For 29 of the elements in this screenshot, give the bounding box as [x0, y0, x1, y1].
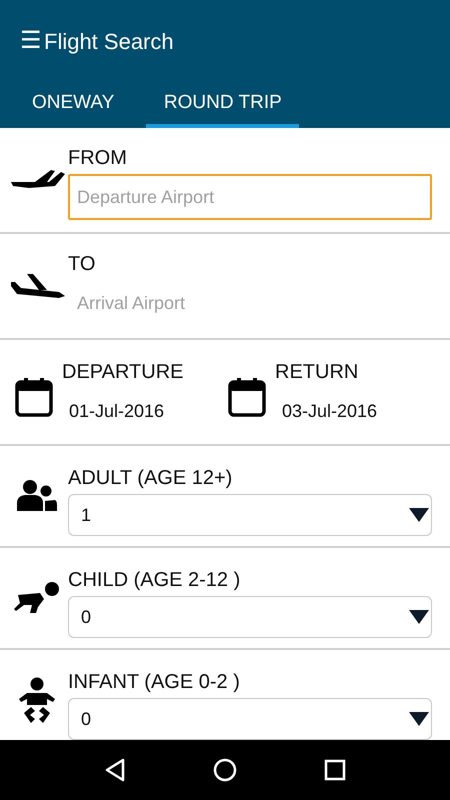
home-icon[interactable] — [212, 758, 237, 782]
menu-icon[interactable]: ☰ — [20, 29, 42, 53]
tab[interactable]: ONEWAY — [20, 82, 126, 128]
crawling-baby-icon — [14, 581, 60, 615]
plane-icon — [9, 272, 65, 300]
baby-icon — [19, 677, 55, 723]
people-icon — [17, 479, 57, 513]
calendar-icon — [15, 377, 53, 417]
date-label: RETURN — [275, 360, 360, 384]
count-dropdown[interactable]: 1 — [68, 494, 432, 536]
app-title: Flight Search — [44, 28, 174, 56]
count-dropdown[interactable]: 0 — [68, 596, 432, 638]
caret-icon — [409, 508, 429, 522]
calendar-icon — [228, 377, 266, 417]
field-label: FROM — [68, 146, 128, 170]
date-value[interactable]: 01-Jul-2016 — [62, 398, 219, 425]
airport-field[interactable]: Departure Airport — [68, 174, 432, 220]
caret-icon — [409, 712, 429, 726]
field-label: CHILD (AGE 2-12 ) — [68, 568, 242, 592]
count-dropdown[interactable]: 0 — [68, 698, 432, 740]
back-icon[interactable] — [104, 758, 126, 782]
caret-icon — [409, 610, 429, 624]
tab[interactable]: ROUND TRIP — [146, 82, 300, 128]
field-label: ADULT (AGE 12+) — [68, 466, 234, 490]
date-label: DEPARTURE — [62, 360, 185, 384]
field-label: INFANT (AGE 0-2 ) — [68, 670, 241, 694]
recents-icon[interactable] — [324, 759, 346, 781]
date-value[interactable]: 03-Jul-2016 — [275, 398, 432, 425]
field-label: TO — [68, 252, 96, 276]
